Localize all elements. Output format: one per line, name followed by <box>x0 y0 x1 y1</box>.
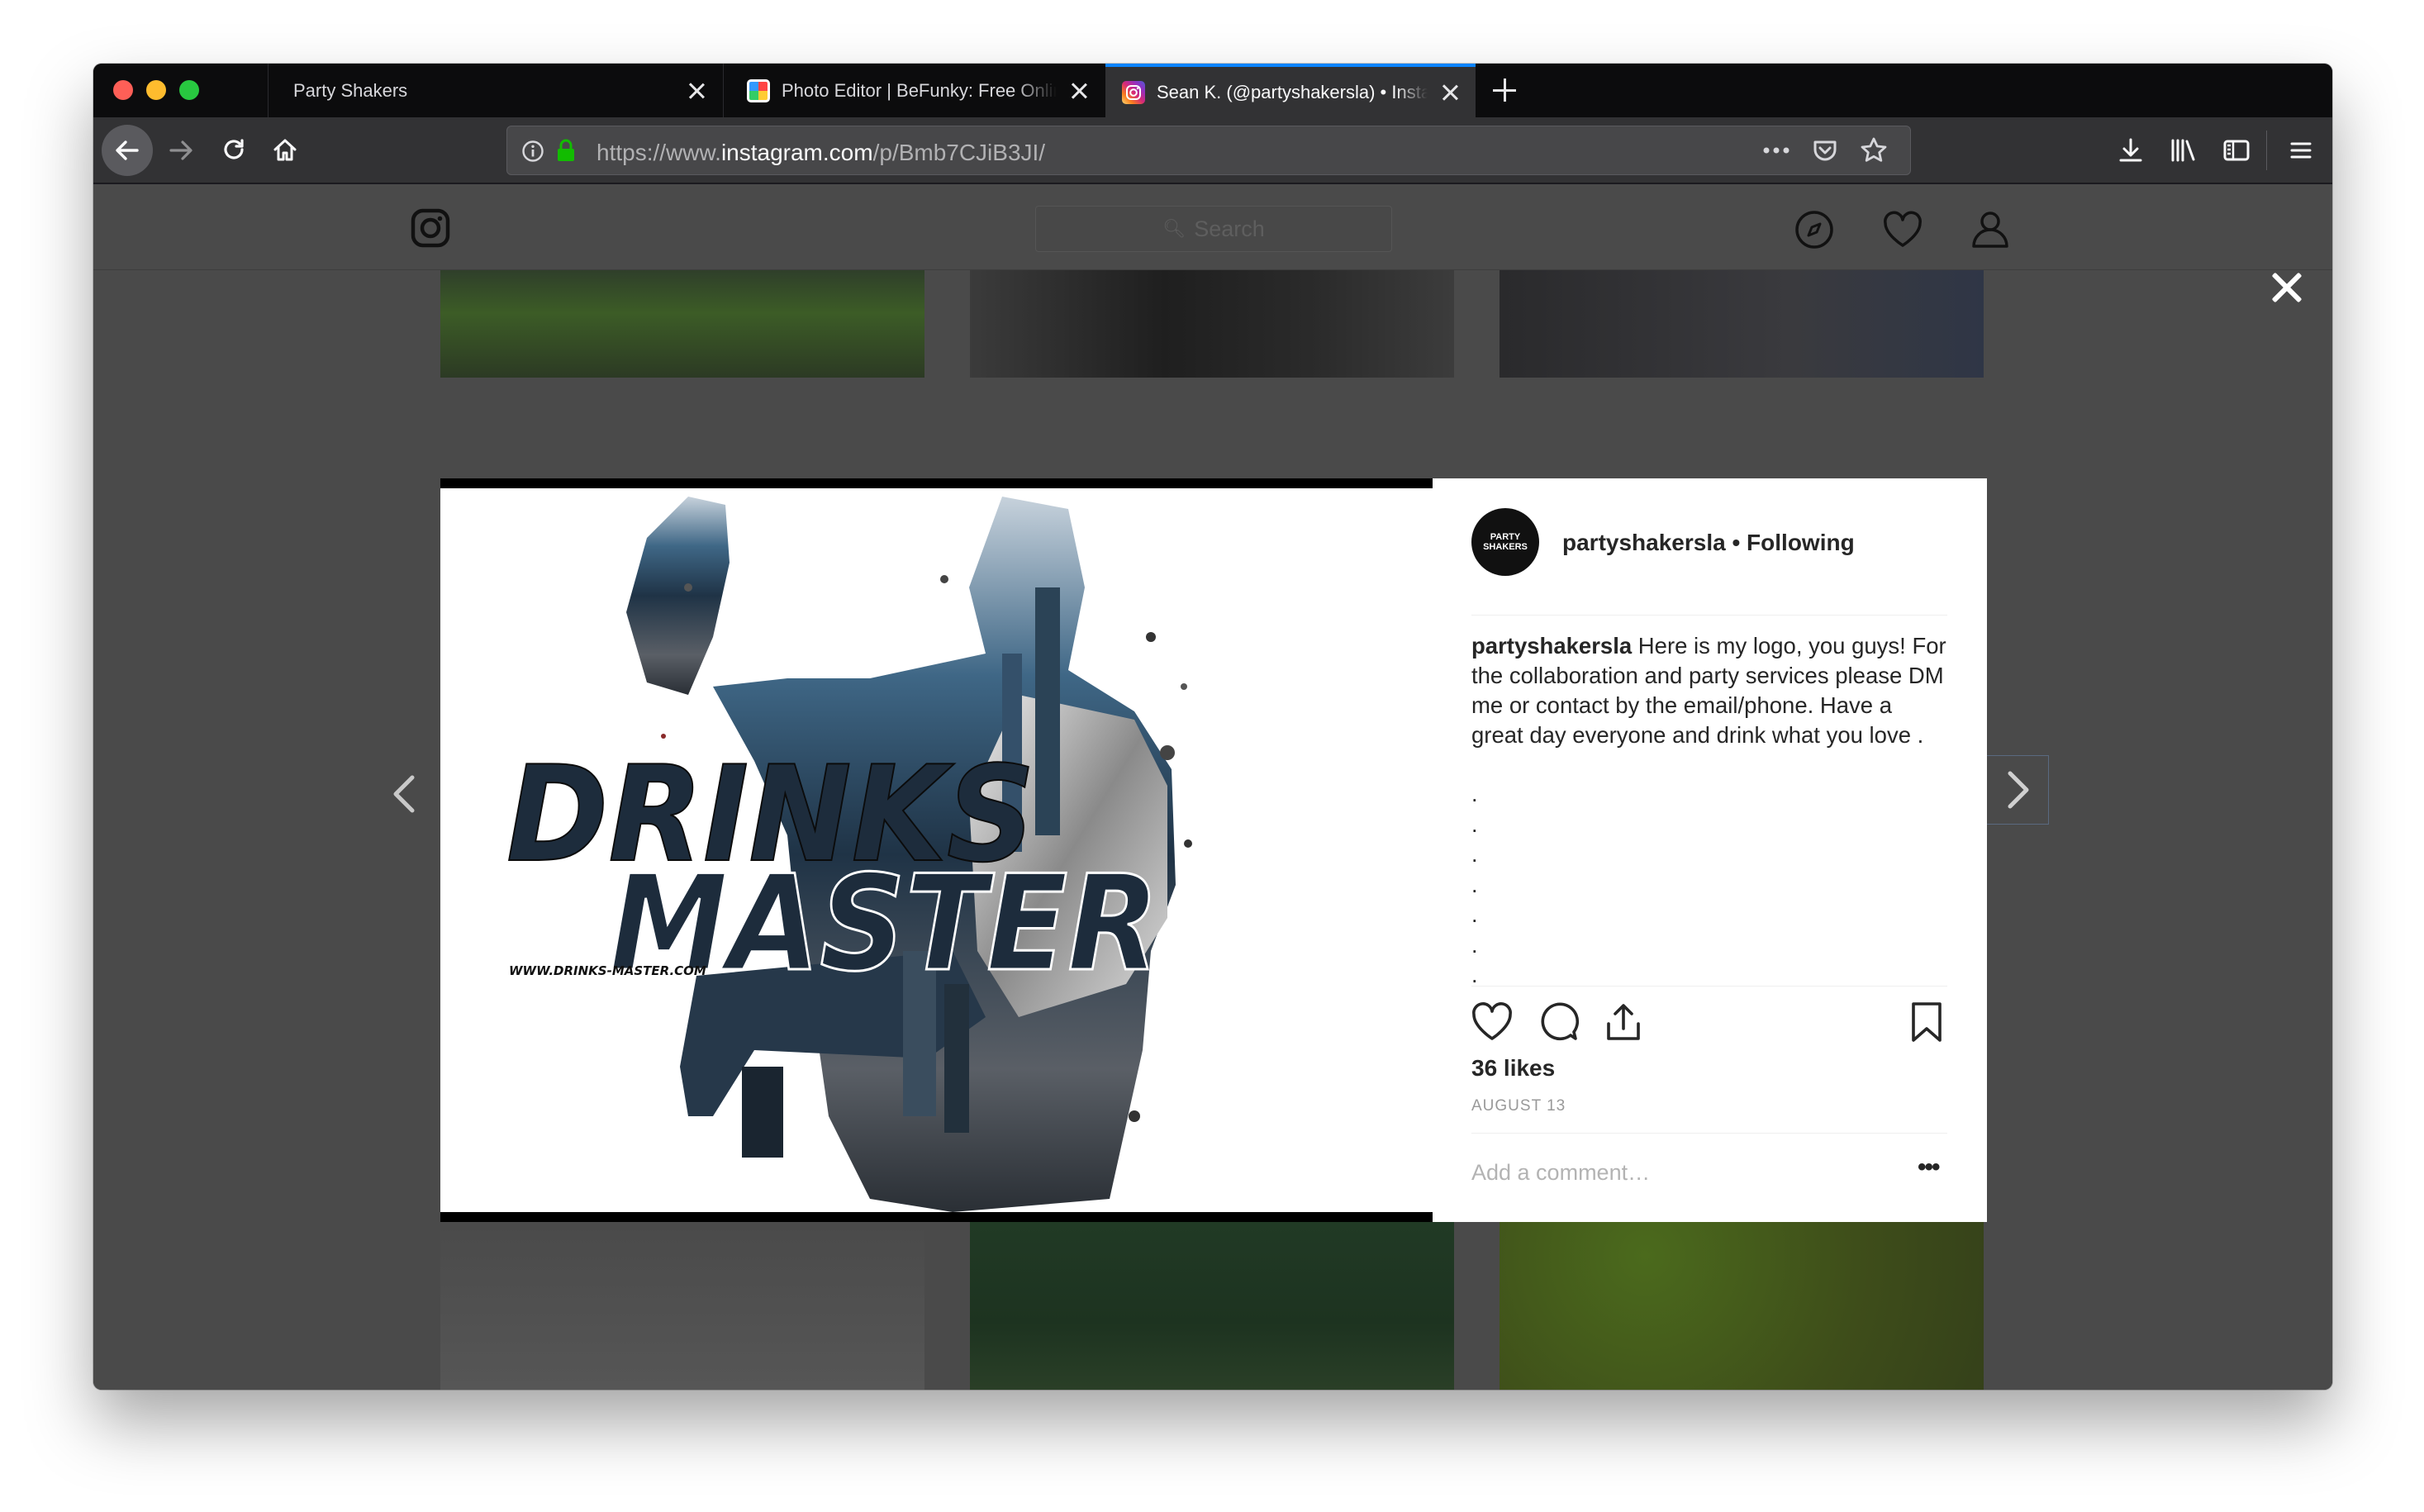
caption-dot: . <box>1471 902 1478 927</box>
navigation-toolbar: https://www.instagram.com/p/Bmb7CJiB3JI/ <box>93 117 2332 183</box>
likes-count[interactable]: 36 likes <box>1471 1055 1555 1082</box>
back-button[interactable] <box>102 125 153 176</box>
post-modal: DRINKS MASTER WWW.DRINKS-MASTER.COM PART… <box>440 478 1987 1222</box>
explore-compass-icon[interactable] <box>1794 209 1835 250</box>
tab-strip: Party Shakers Photo Editor | BeFunky: Fr… <box>93 64 2332 117</box>
url-bar[interactable]: https://www.instagram.com/p/Bmb7CJiB3JI/ <box>506 126 1911 175</box>
caption-username[interactable]: partyshakersla <box>1471 633 1632 659</box>
arrow-left-icon <box>116 140 139 160</box>
tab-close-icon[interactable] <box>1067 78 1091 103</box>
instagram-logo-icon[interactable] <box>410 207 451 249</box>
caption-dot: . <box>1471 932 1478 958</box>
grid-tile-6[interactable] <box>1500 1222 1984 1390</box>
window-minimize-button[interactable] <box>146 80 166 100</box>
post-date: AUGUST 13 <box>1471 1097 1566 1115</box>
url-domain: instagram.com <box>720 140 873 165</box>
tab-title: Party Shakers <box>293 79 408 101</box>
home-icon <box>273 139 297 161</box>
save-bookmark-icon[interactable] <box>1904 999 1950 1045</box>
avatar-logo-text: PARTY SHAKERS <box>1483 532 1528 552</box>
forward-button[interactable] <box>158 127 204 174</box>
divider <box>1471 986 1947 987</box>
post-sidebar: PARTY SHAKERS partyshakersla • Following… <box>1433 478 1987 1222</box>
username-link[interactable]: partyshakersla <box>1562 530 1726 555</box>
toolbar-divider <box>2266 131 2267 170</box>
window-close-button[interactable] <box>113 80 133 100</box>
grid-tile-5[interactable] <box>970 1222 1454 1390</box>
following-status[interactable]: • Following <box>1732 530 1854 555</box>
tab-party-shakers[interactable]: Party Shakers <box>268 64 722 117</box>
avatar[interactable]: PARTY SHAKERS <box>1471 508 1539 576</box>
post-image-canvas: DRINKS MASTER WWW.DRINKS-MASTER.COM <box>440 488 1433 1212</box>
caption-dot: . <box>1471 872 1478 897</box>
search-placeholder: Search <box>1194 216 1265 241</box>
next-post-button[interactable] <box>1984 755 2049 825</box>
sidebar-button[interactable] <box>2213 127 2260 174</box>
post-caption: partyshakersla Here is my logo, you guys… <box>1471 631 1947 750</box>
new-tab-icon[interactable] <box>1490 75 1519 105</box>
grid-tile-2[interactable] <box>970 270 1454 378</box>
home-button[interactable] <box>262 127 308 174</box>
reload-button[interactable] <box>211 127 257 174</box>
profile-icon[interactable] <box>1969 207 2012 250</box>
download-icon <box>2119 138 2142 162</box>
post-author: partyshakersla • Following <box>1562 530 1855 556</box>
post-image[interactable]: DRINKS MASTER WWW.DRINKS-MASTER.COM <box>440 478 1433 1222</box>
befunky-icon <box>747 78 770 102</box>
caption-dot: . <box>1471 811 1478 837</box>
window-zoom-button[interactable] <box>179 80 199 100</box>
heart-icon[interactable] <box>1881 209 1924 250</box>
previous-post-icon[interactable] <box>381 769 430 819</box>
tab-instagram[interactable]: Sean K. (@partyshakersla) • Instagram <box>1105 64 1476 117</box>
tab-close-icon[interactable] <box>684 78 709 103</box>
search-icon: 🔍︎ <box>1162 218 1186 239</box>
page-actions-icon[interactable] <box>1761 142 1791 159</box>
artwork-website: WWW.DRINKS-MASTER.COM <box>509 963 706 978</box>
lock-icon[interactable] <box>554 137 578 164</box>
page-content: 🔍︎ Search DRINKS MASTER WWW.DRINKS-MASTE… <box>93 184 2332 1390</box>
grid-tile-4[interactable] <box>440 1222 924 1390</box>
drinks-master-artwork: DRINKS MASTER <box>506 497 1192 1212</box>
grid-tile-1[interactable] <box>440 270 924 378</box>
search-input[interactable]: 🔍︎ Search <box>1035 206 1392 252</box>
url-prefix: https://www. <box>596 140 721 165</box>
library-button[interactable] <box>2160 127 2207 174</box>
tab-title: Photo Editor | BeFunky: Free Online <box>782 79 1057 101</box>
caption-dots: . . . . . . . <box>1471 779 1478 991</box>
tab-befunky[interactable]: Photo Editor | BeFunky: Free Online <box>723 64 1105 117</box>
pocket-icon[interactable] <box>1811 136 1839 164</box>
tab-title: Sean K. (@partyshakersla) • Instagram <box>1157 81 1428 102</box>
like-heart-icon[interactable] <box>1469 999 1515 1045</box>
bookmark-star-icon[interactable] <box>1859 136 1889 165</box>
tab-close-icon[interactable] <box>1438 80 1462 105</box>
share-icon[interactable] <box>1600 999 1647 1045</box>
comment-input[interactable] <box>1471 1156 1885 1189</box>
url-text[interactable]: https://www.instagram.com/p/Bmb7CJiB3JI/ <box>596 140 1045 166</box>
instagram-icon <box>1122 80 1145 104</box>
comment-bubble-icon[interactable] <box>1535 999 1581 1045</box>
downloads-button[interactable] <box>2108 127 2154 174</box>
info-icon[interactable] <box>520 139 545 164</box>
library-icon <box>2171 139 2195 162</box>
sidebar-icon <box>2223 140 2250 161</box>
post-header: PARTY SHAKERS partyshakersla • Following <box>1471 508 1947 616</box>
browser-window: Party Shakers Photo Editor | BeFunky: Fr… <box>93 64 2332 1390</box>
reload-icon <box>224 139 244 159</box>
grid-tile-3[interactable] <box>1500 270 1984 378</box>
menu-button[interactable] <box>2278 127 2324 174</box>
url-path: /p/Bmb7CJiB3JI/ <box>872 140 1046 165</box>
arrow-right-icon <box>169 140 192 160</box>
caption-dot: . <box>1471 782 1478 806</box>
close-modal-icon[interactable] <box>2268 269 2306 307</box>
hamburger-menu-icon <box>2290 142 2312 159</box>
divider <box>1471 1133 1947 1134</box>
instagram-header: 🔍︎ Search <box>93 184 2332 270</box>
next-post-icon <box>2008 771 2029 809</box>
more-options-button[interactable]: ••• <box>1918 1155 1951 1184</box>
caption-dot: . <box>1471 842 1478 867</box>
